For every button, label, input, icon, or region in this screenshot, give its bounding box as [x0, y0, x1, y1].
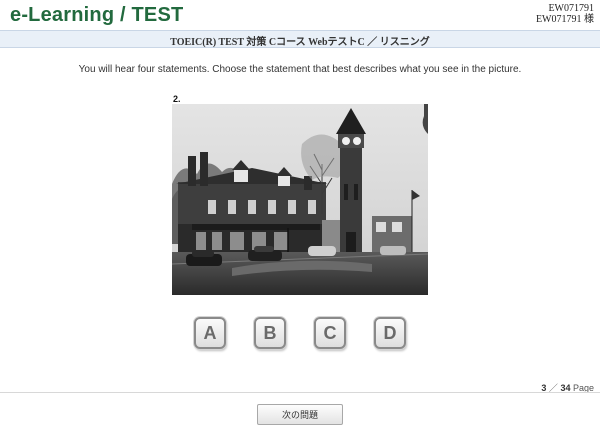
answer-c-button[interactable]: C: [314, 317, 346, 349]
user-info: EW071791 EW071791 様: [536, 3, 594, 25]
answer-b-button[interactable]: B: [254, 317, 286, 349]
footer-divider: [0, 392, 600, 393]
test-title: TOEIC(R) TEST 対策 Cコース WebテストC ／ リスニング: [170, 37, 430, 48]
question-number: 2.: [173, 94, 181, 104]
user-id: EW071791: [548, 3, 594, 14]
next-question-button[interactable]: 次の問題: [257, 404, 343, 425]
header: e-Learning / TEST EW071791 EW071791 様: [0, 0, 600, 30]
answer-d-button[interactable]: D: [374, 317, 406, 349]
question-photo: [172, 104, 428, 295]
test-title-bar: TOEIC(R) TEST 対策 Cコース WebテストC ／ リスニング: [0, 30, 600, 48]
app-logo: e-Learning / TEST: [10, 4, 184, 26]
question-instruction: You will hear four statements. Choose th…: [78, 64, 522, 75]
answer-options: A B C D: [0, 317, 600, 351]
answer-a-button[interactable]: A: [194, 317, 226, 349]
user-name: EW071791 様: [535, 14, 594, 25]
